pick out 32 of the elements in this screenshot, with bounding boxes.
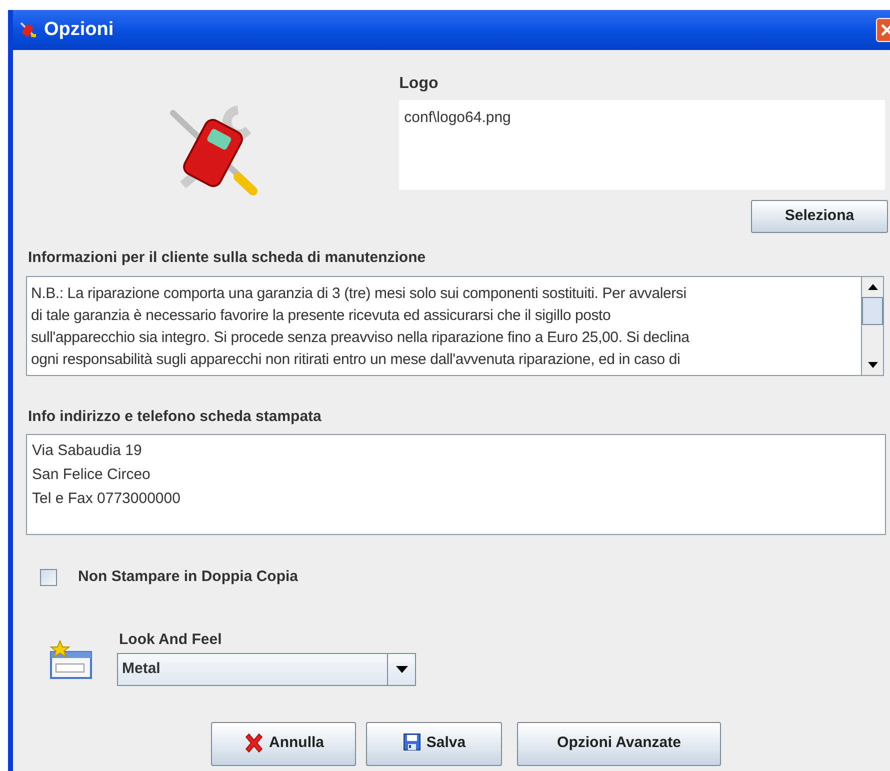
up-arrow-icon[interactable]: [868, 284, 878, 290]
logo-label: Logo: [399, 74, 440, 94]
text-line: San Felice Circeo: [32, 465, 152, 485]
advanced-options-button[interactable]: Opzioni Avanzate: [517, 722, 721, 766]
customer-info-label: Informazioni per il cliente sulla scheda di manutenzione: [28, 248, 427, 268]
scrollbar[interactable]: [861, 276, 883, 374]
text-line: N.B.: La riparazione comporta una garanzia di 3 (tre) mesi solo sui componenti sostituiti. Per avvalersi: [31, 284, 688, 304]
text-line: ogni responsabilità sugli apparecchi non ritirati entro un mese dall'avvenuta riparazione, ed in caso di: [31, 350, 682, 370]
text-line: sull'apparecchio sia integro. Si procede senza preavviso nella riparazione fino a Euro 25,00. Si declina: [31, 328, 690, 348]
address-info-label: Info indirizzo e telefono scheda stampata: [28, 406, 322, 426]
checkbox[interactable]: [40, 568, 57, 586]
look-and-feel-label: Look And Feel: [119, 630, 223, 650]
dropdown-value: Metal: [121, 659, 162, 680]
cross-icon: [243, 732, 265, 754]
checkbox-label: Non Stampare in Doppia Copia: [78, 567, 298, 587]
close-icon: [880, 23, 890, 37]
customer-info-textarea[interactable]: [26, 276, 884, 376]
address-info-textarea[interactable]: Via Sabaudia 19 San Felice Circeo Tel e Fax 0773000000: [26, 434, 886, 535]
text-line: Tel e Fax 0773000000: [32, 489, 182, 509]
text-line: Via Sabaudia 19: [32, 441, 143, 461]
look-and-feel-dropdown[interactable]: Metal: [117, 653, 416, 686]
caret-icon: [396, 666, 408, 673]
down-arrow-icon[interactable]: [868, 362, 878, 368]
cancel-button[interactable]: Annulla: [211, 722, 356, 766]
save-button[interactable]: Salva: [366, 722, 502, 766]
scroll-thumb[interactable]: [862, 296, 883, 324]
window-title: Opzioni: [44, 18, 114, 42]
window-star-icon: [48, 640, 94, 680]
logo-path-field[interactable]: conf\logo64.png: [399, 100, 886, 190]
select-button[interactable]: Seleziona: [751, 200, 888, 233]
phone-tools-icon: [18, 20, 38, 40]
text-line: di tale garanzia è necessario favorire la presente ricevuta ed assicurarsi che il sigillo posto: [31, 306, 612, 326]
